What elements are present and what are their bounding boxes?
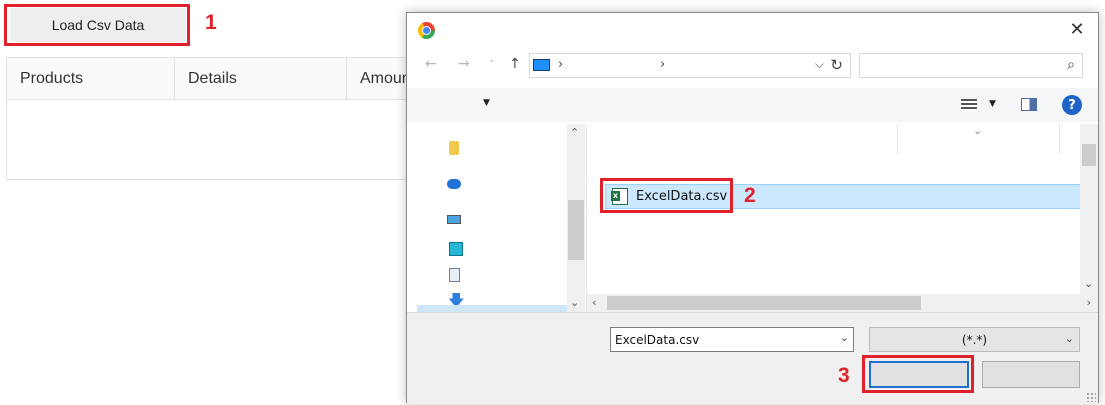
horizontal-scroll-thumb[interactable]: [607, 296, 921, 310]
this-pc-icon[interactable]: [447, 215, 461, 224]
column-divider[interactable]: [897, 124, 898, 154]
nav-scroll-thumb[interactable]: [568, 200, 584, 260]
breadcrumb-chevron-icon[interactable]: ›: [558, 57, 563, 72]
data-grid: Products Details Amount: [6, 57, 426, 180]
view-dropdown-icon[interactable]: ▼: [989, 99, 996, 109]
file-list-pane: ⌄ ExcelData.csv ⌄ ‹ ›: [586, 124, 1098, 312]
file-type-select[interactable]: (*.*) ⌄: [869, 327, 1080, 352]
resize-grip-icon[interactable]: [1086, 392, 1096, 402]
forward-arrow-icon[interactable]: →: [458, 56, 470, 72]
help-icon[interactable]: ?: [1062, 95, 1082, 115]
organize-dropdown-icon[interactable]: ▼: [483, 98, 490, 108]
file-item[interactable]: ExcelData.csv: [605, 184, 1081, 209]
column-header-details[interactable]: Details: [175, 58, 347, 99]
up-arrow-icon[interactable]: ↑: [509, 56, 521, 72]
cancel-button[interactable]: [982, 361, 1080, 388]
excel-file-icon: [611, 188, 628, 205]
nav-selected-item[interactable]: [417, 305, 567, 312]
folder-icon[interactable]: [449, 141, 459, 155]
column-header-products[interactable]: Products: [7, 58, 175, 99]
scroll-up-icon[interactable]: ⌃: [570, 126, 579, 139]
command-bar: ▼ ▼ ?: [407, 88, 1098, 122]
open-button[interactable]: [869, 361, 969, 388]
navigation-pane: 🡇 ⌃ ⌄: [407, 124, 587, 312]
chrome-icon: [418, 22, 435, 39]
file-name-input[interactable]: [611, 328, 831, 351]
chevron-down-icon[interactable]: ⌄: [840, 331, 849, 344]
refresh-icon[interactable]: ↻: [830, 56, 843, 74]
file-name-label: ExcelData.csv: [636, 189, 728, 204]
annotation-number-2: 2: [744, 184, 756, 207]
file-scroll-thumb[interactable]: [1082, 144, 1096, 166]
search-field[interactable]: ⌕: [859, 53, 1083, 78]
file-type-label: (*.*): [961, 332, 988, 347]
scroll-down-icon[interactable]: ⌄: [570, 296, 579, 309]
address-dropdown-icon[interactable]: ⌵: [815, 57, 824, 72]
annotation-number-1: 1: [205, 11, 217, 34]
close-icon[interactable]: ✕: [1066, 19, 1088, 41]
chevron-down-icon[interactable]: ⌄: [1065, 332, 1074, 345]
scroll-right-icon[interactable]: ›: [1087, 296, 1091, 309]
column-divider[interactable]: [1059, 124, 1060, 154]
dialog-titlebar: ✕: [407, 13, 1098, 47]
nav-scrollbar[interactable]: ⌃ ⌄: [567, 124, 585, 312]
file-list-vertical-scrollbar[interactable]: ⌄: [1080, 124, 1098, 294]
back-arrow-icon[interactable]: ←: [425, 56, 437, 72]
address-row: ← → ˅ ↑ › › ⌵ ↻ ⌕: [407, 51, 1098, 79]
scroll-down-icon[interactable]: ⌄: [1084, 277, 1093, 290]
annotation-number-3: 3: [838, 364, 850, 387]
documents-icon[interactable]: [449, 268, 460, 282]
load-csv-button[interactable]: Load Csv Data: [10, 8, 186, 42]
file-name-combobox[interactable]: ⌄: [610, 327, 854, 352]
search-icon: ⌕: [1067, 57, 1075, 73]
file-list-horizontal-scrollbar[interactable]: ‹ ›: [587, 294, 1098, 312]
column-sort-chevron-icon[interactable]: ⌄: [973, 124, 982, 137]
preview-pane-icon[interactable]: [1021, 98, 1037, 111]
computer-icon: [533, 59, 550, 71]
recent-locations-chevron-icon[interactable]: ˅: [489, 58, 495, 71]
grid-header: Products Details Amount: [7, 58, 425, 100]
dialog-footer: ⌄ (*.*) ⌄: [407, 312, 1098, 404]
address-bar[interactable]: › › ⌵ ↻: [529, 53, 851, 78]
scroll-left-icon[interactable]: ‹: [592, 296, 596, 309]
view-options-icon[interactable]: [961, 99, 977, 111]
breadcrumb-chevron-icon[interactable]: ›: [660, 57, 665, 72]
3d-objects-icon[interactable]: [449, 242, 463, 256]
onedrive-icon[interactable]: [447, 179, 461, 189]
